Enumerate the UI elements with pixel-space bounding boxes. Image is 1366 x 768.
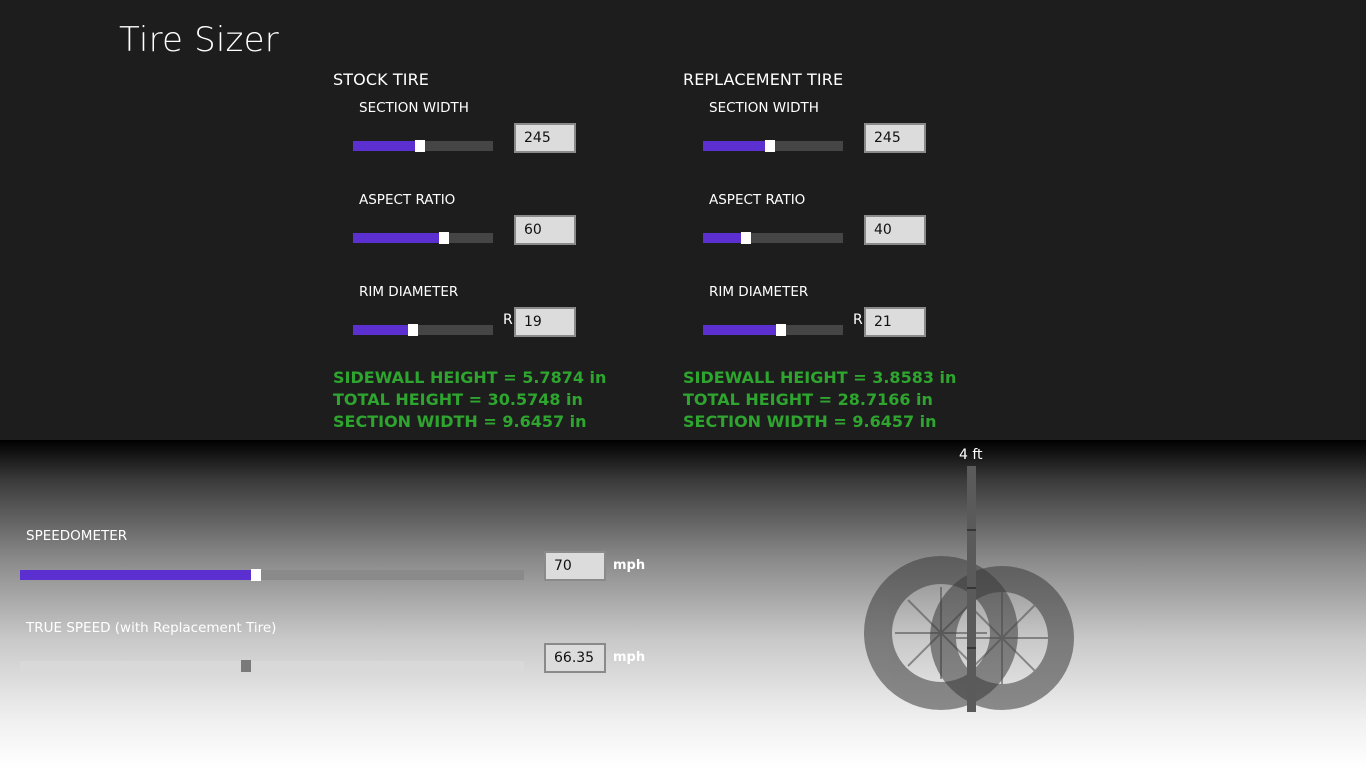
replacement-rim-diameter-input[interactable]: 21	[864, 307, 926, 337]
slider-thumb[interactable]	[741, 232, 751, 244]
stock-rim-diameter-input[interactable]: 19	[514, 307, 576, 337]
stock-aspect-ratio-label: ASPECT RATIO	[359, 192, 456, 208]
slider-fill	[20, 570, 252, 580]
replacement-aspect-ratio-label: ASPECT RATIO	[709, 192, 806, 208]
slider-fill	[703, 325, 777, 335]
slider-fill	[353, 325, 409, 335]
scale-bar	[967, 466, 976, 712]
replacement-section-width-input[interactable]: 245	[864, 123, 926, 153]
replacement-section-width-result: SECTION WIDTH = 9.6457 in	[683, 412, 937, 431]
true-speed-label: TRUE SPEED (with Replacement Tire)	[26, 620, 277, 636]
slider-fill	[353, 141, 416, 151]
speedometer-slider[interactable]	[20, 569, 524, 581]
true-speed-input: 66.35	[544, 643, 606, 673]
slider-thumb[interactable]	[439, 232, 449, 244]
stock-aspect-ratio-input[interactable]: 60	[514, 215, 576, 245]
slider-thumb	[241, 660, 251, 672]
replacement-rim-diameter-label: RIM DIAMETER	[709, 284, 809, 300]
replacement-tire-title: REPLACEMENT TIRE	[683, 70, 844, 89]
true-speed-slider	[20, 660, 524, 672]
replacement-tire-drawing	[930, 566, 1074, 710]
stock-sidewall-height: SIDEWALL HEIGHT = 5.7874 in	[333, 368, 607, 387]
true-speed-unit: mph	[613, 650, 646, 665]
stock-total-height: TOTAL HEIGHT = 30.5748 in	[333, 390, 583, 409]
stock-aspect-ratio-slider[interactable]	[353, 232, 493, 244]
speedometer-label: SPEEDOMETER	[26, 528, 128, 544]
replacement-rim-diameter-slider[interactable]	[703, 324, 843, 336]
slider-fill	[20, 661, 242, 671]
stock-rim-diameter-slider[interactable]	[353, 324, 493, 336]
speedometer-input[interactable]: 70	[544, 551, 606, 581]
stock-section-width-label: SECTION WIDTH	[359, 100, 469, 116]
bottom-panel	[0, 440, 1366, 768]
app-title: Tire Sizer	[119, 20, 279, 60]
replacement-aspect-ratio-input[interactable]: 40	[864, 215, 926, 245]
slider-thumb[interactable]	[415, 140, 425, 152]
tire-comparison-visual	[864, 466, 1074, 712]
slider-thumb[interactable]	[765, 140, 775, 152]
stock-section-width-input[interactable]: 245	[514, 123, 576, 153]
replacement-aspect-ratio-slider[interactable]	[703, 232, 843, 244]
slider-fill	[353, 233, 440, 243]
slider-thumb[interactable]	[408, 324, 418, 336]
replacement-section-width-slider[interactable]	[703, 140, 843, 152]
stock-rim-diameter-label: RIM DIAMETER	[359, 284, 459, 300]
stock-rim-prefix: R	[503, 312, 513, 328]
replacement-section-width-label: SECTION WIDTH	[709, 100, 819, 116]
slider-fill	[703, 233, 742, 243]
stock-tire-title: STOCK TIRE	[333, 70, 429, 89]
slider-fill	[703, 141, 766, 151]
stock-section-width-slider[interactable]	[353, 140, 493, 152]
replacement-total-height: TOTAL HEIGHT = 28.7166 in	[683, 390, 933, 409]
replacement-sidewall-height: SIDEWALL HEIGHT = 3.8583 in	[683, 368, 957, 387]
slider-thumb[interactable]	[251, 569, 261, 581]
scale-label: 4 ft	[959, 447, 983, 463]
stock-section-width-result: SECTION WIDTH = 9.6457 in	[333, 412, 587, 431]
slider-thumb[interactable]	[776, 324, 786, 336]
speedometer-unit: mph	[613, 558, 646, 573]
replacement-rim-prefix: R	[853, 312, 863, 328]
